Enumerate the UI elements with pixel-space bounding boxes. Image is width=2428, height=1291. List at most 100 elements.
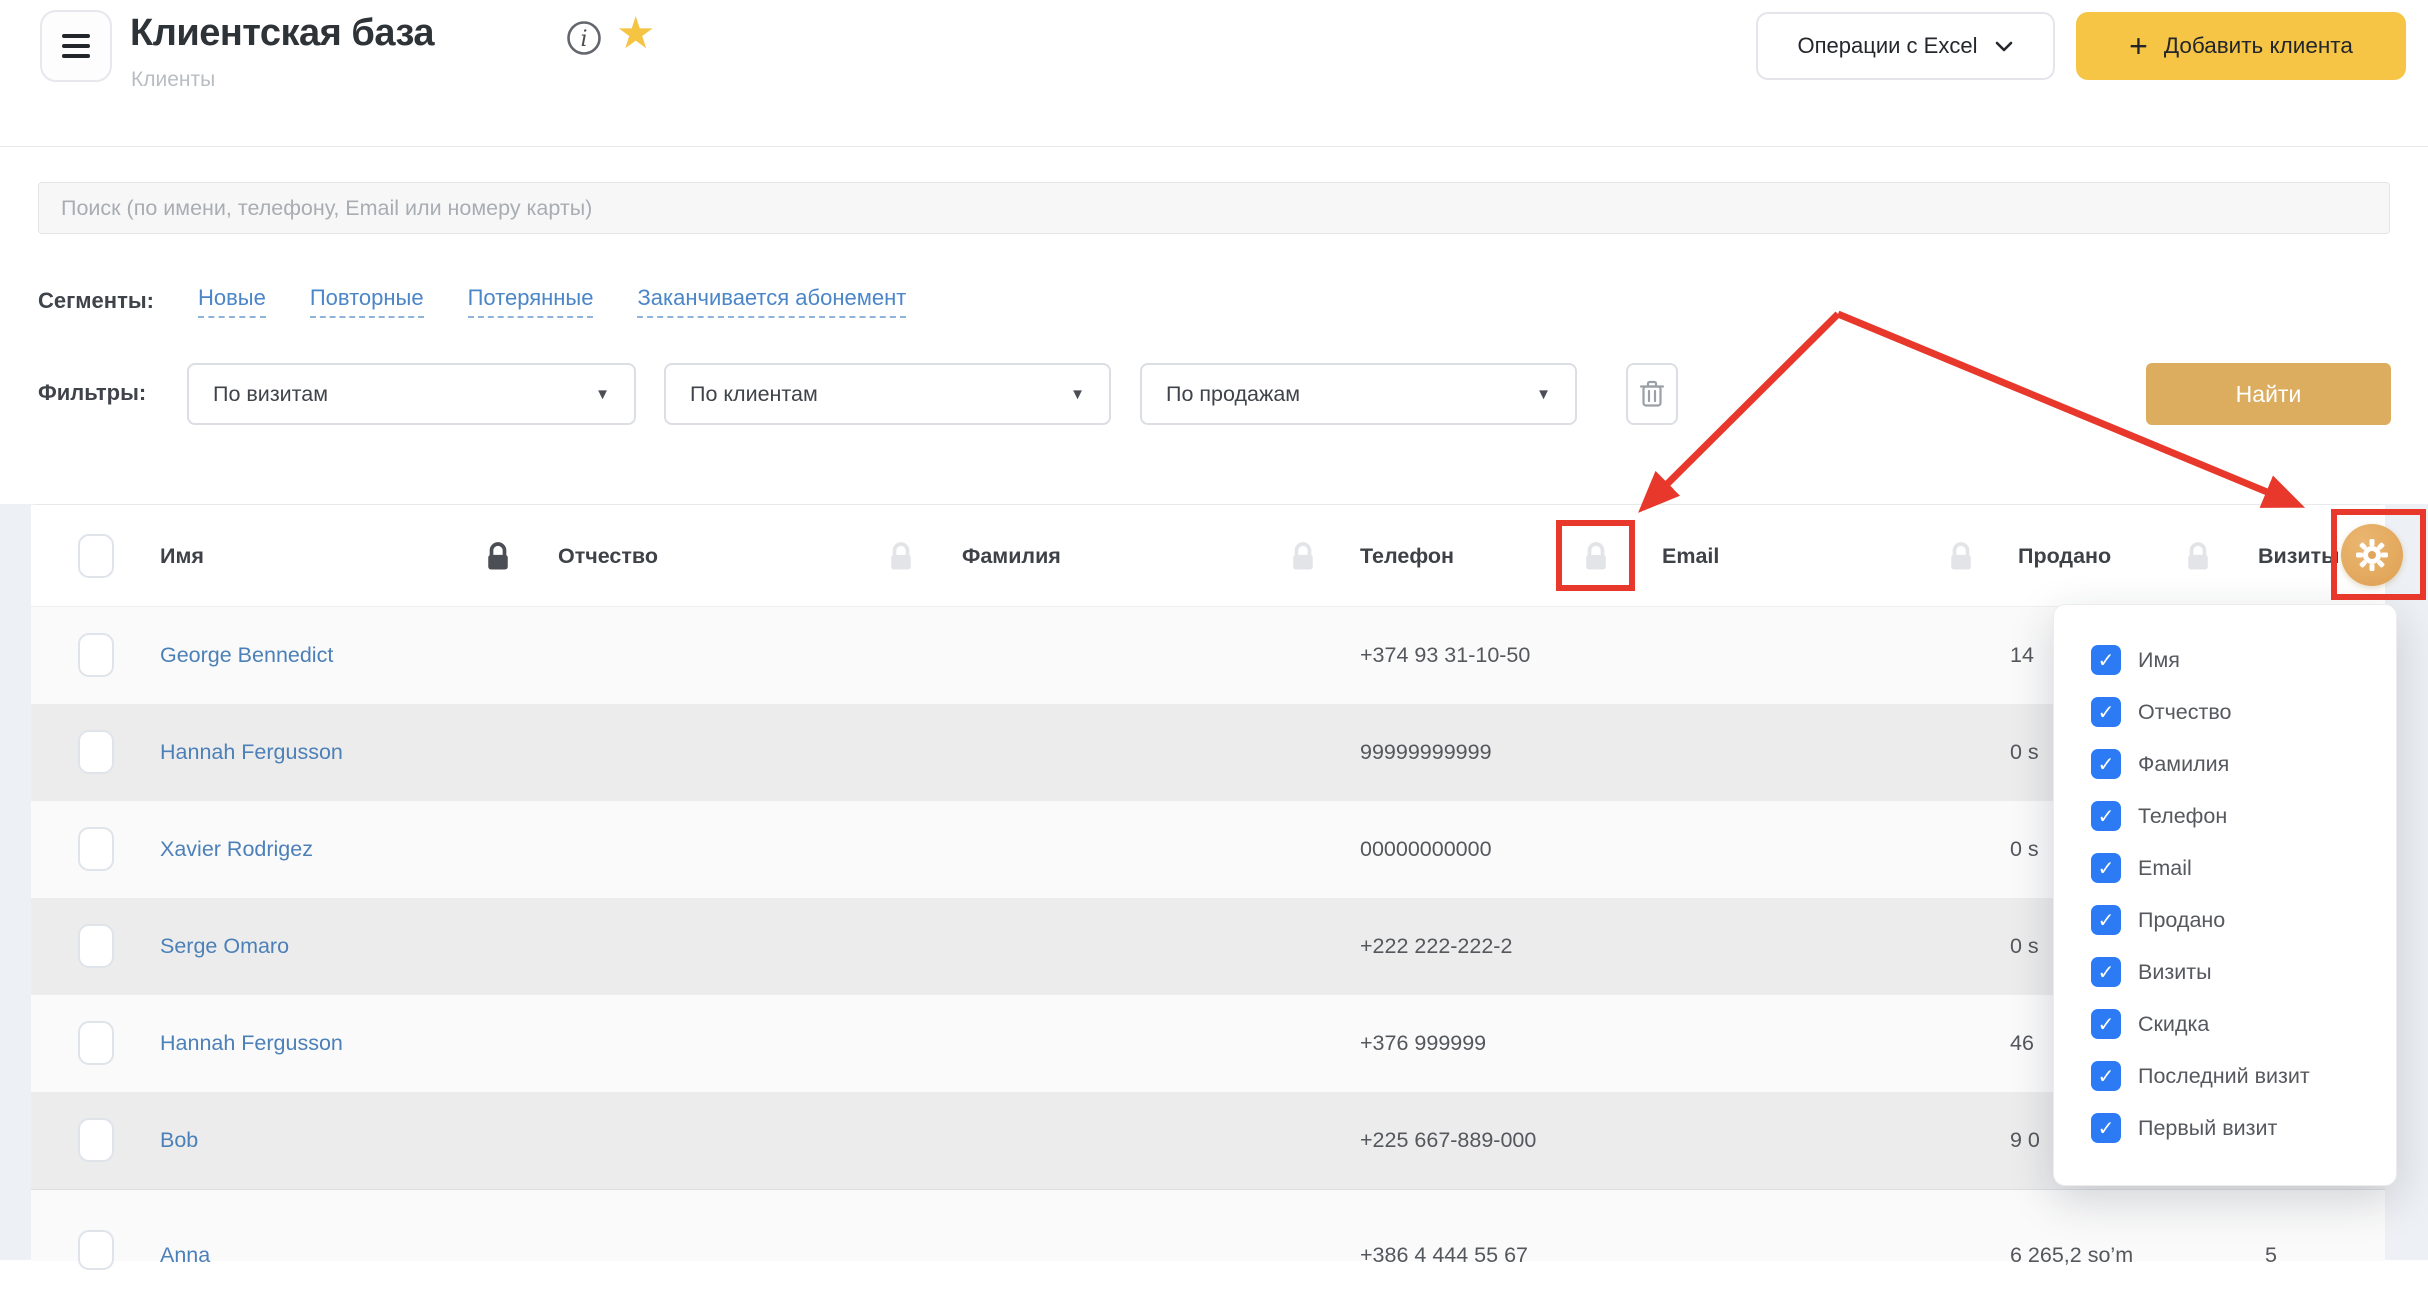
lock-icon[interactable]: [1290, 541, 1316, 573]
client-name-link[interactable]: Anna: [160, 1220, 210, 1291]
hamburger-icon: [62, 34, 90, 38]
gear-icon: [2354, 537, 2390, 573]
client-sold: 6 265,2 so’m: [2010, 1220, 2133, 1291]
segment-link-repeat[interactable]: Повторные: [310, 285, 424, 318]
column-header-name: Имя: [160, 505, 204, 607]
header-divider: [0, 146, 2428, 147]
column-toggle-label: Скидка: [2138, 1012, 2209, 1037]
table-zone: Имя Отчество Фамилия Телефон Email Прода…: [0, 504, 2428, 1260]
row-checkbox[interactable]: [78, 730, 114, 774]
checked-checkbox[interactable]: ✓: [2091, 1113, 2121, 1143]
column-toggle-item[interactable]: ✓ Телефон: [2054, 790, 2396, 842]
checked-checkbox[interactable]: ✓: [2091, 801, 2121, 831]
segments-label: Сегменты:: [38, 288, 154, 314]
excel-operations-button[interactable]: Операции с Excel: [1756, 12, 2055, 80]
client-name-link[interactable]: Xavier Rodrigez: [160, 801, 313, 898]
page-title: Клиентская база: [130, 12, 434, 55]
segments-bar: Сегменты: Новые Повторные Потерянные Зак…: [38, 281, 906, 321]
checked-checkbox[interactable]: ✓: [2091, 697, 2121, 727]
burger-menu-button[interactable]: [40, 10, 112, 82]
column-toggle-item[interactable]: ✓ Фамилия: [2054, 738, 2396, 790]
row-checkbox[interactable]: [78, 1021, 114, 1065]
column-toggle-label: Отчество: [2138, 700, 2231, 725]
table-body: George Bennedict+374 93 31-10-5014Hannah…: [31, 607, 2385, 1261]
table-row: Hannah Fergusson999999999990 s: [31, 704, 2385, 801]
segment-link-new[interactable]: Новые: [198, 285, 266, 318]
client-sold: 14: [2010, 607, 2034, 704]
client-name-link[interactable]: George Bennedict: [160, 607, 333, 704]
checked-checkbox[interactable]: ✓: [2091, 905, 2121, 935]
lock-icon[interactable]: [888, 541, 914, 573]
column-toggle-item[interactable]: ✓ Первый визит: [2054, 1102, 2396, 1154]
client-phone: 00000000000: [1360, 801, 1492, 898]
favorite-star-icon[interactable]: ★: [616, 8, 655, 60]
column-toggle-item[interactable]: ✓ Имя: [2054, 634, 2396, 686]
row-checkbox[interactable]: [78, 1118, 114, 1162]
table-header: Имя Отчество Фамилия Телефон Email Прода…: [31, 505, 2385, 607]
table-row: Bob+225 667-889-0009 0: [31, 1092, 2385, 1189]
column-toggle-item[interactable]: ✓ Последний визит: [2054, 1050, 2396, 1102]
trash-icon: [1639, 379, 1665, 409]
checked-checkbox[interactable]: ✓: [2091, 749, 2121, 779]
client-visits: 5: [2265, 1220, 2277, 1291]
filter-select-sales[interactable]: По продажам ▼: [1140, 363, 1577, 425]
table-row: Anna+386 4 444 55 676 265,2 so’m5: [31, 1189, 2385, 1261]
filter-select-clients[interactable]: По клиентам ▼: [664, 363, 1111, 425]
column-settings-panel: ✓ Имя ✓ Отчество ✓ Фамилия ✓ Телефон ✓ Email ✓Прод…: [2053, 604, 2397, 1186]
select-all-checkbox[interactable]: [78, 534, 114, 578]
client-name-link[interactable]: Serge Omaro: [160, 898, 289, 995]
client-name-link[interactable]: Bob: [160, 1092, 198, 1189]
lock-icon[interactable]: [2185, 541, 2211, 573]
column-toggle-item[interactable]: ✓ Отчество: [2054, 686, 2396, 738]
client-name-link[interactable]: Hannah Fergusson: [160, 704, 343, 801]
lock-icon[interactable]: [1948, 541, 1974, 573]
column-toggle-label: Телефон: [2138, 804, 2227, 829]
column-toggle-item[interactable]: ✓Продано: [2054, 894, 2396, 946]
checked-checkbox[interactable]: ✓: [2091, 957, 2121, 987]
row-checkbox[interactable]: [78, 924, 114, 968]
column-toggle-label: Email: [2138, 856, 2192, 881]
column-header-surname: Фамилия: [962, 505, 1061, 607]
lock-icon[interactable]: [485, 541, 511, 573]
segment-link-lost[interactable]: Потерянные: [468, 285, 594, 318]
search-input[interactable]: [38, 182, 2390, 234]
client-name-link[interactable]: Hannah Fergusson: [160, 995, 343, 1092]
dropdown-triangle-icon: ▼: [1536, 386, 1551, 403]
checked-checkbox[interactable]: ✓: [2091, 853, 2121, 883]
column-toggle-label: Визиты: [2138, 960, 2212, 985]
lock-icon-highlighted[interactable]: [1583, 541, 1609, 573]
checked-checkbox[interactable]: ✓: [2091, 1009, 2121, 1039]
info-icon[interactable]: i: [566, 20, 602, 56]
checked-checkbox[interactable]: ✓: [2091, 1061, 2121, 1091]
chevron-down-icon: [1995, 41, 2013, 52]
column-toggle-label: Имя: [2138, 648, 2180, 673]
find-button[interactable]: Найти: [2146, 363, 2391, 425]
plus-icon: +: [2129, 31, 2148, 61]
filters-label: Фильтры:: [38, 380, 146, 406]
column-toggle-item[interactable]: ✓ Визиты: [2054, 946, 2396, 998]
filter-select-visits[interactable]: По визитам ▼: [187, 363, 636, 425]
client-sold: 0 s: [2010, 704, 2039, 801]
column-settings-button[interactable]: [2341, 524, 2403, 586]
column-toggle-label: Первый визит: [2138, 1116, 2277, 1141]
clients-table: Имя Отчество Фамилия Телефон Email Прода…: [31, 504, 2385, 1260]
table-row: Serge Omaro+222 222-222-20 s: [31, 898, 2385, 995]
add-client-button[interactable]: + Добавить клиента: [2076, 12, 2406, 80]
client-sold: 9 0: [2010, 1092, 2040, 1189]
row-checkbox[interactable]: [78, 633, 114, 677]
row-checkbox[interactable]: [78, 1230, 114, 1270]
clear-filters-button[interactable]: [1626, 363, 1678, 425]
row-checkbox[interactable]: [78, 827, 114, 871]
checked-checkbox[interactable]: ✓: [2091, 645, 2121, 675]
table-row: Xavier Rodrigez 00000000000 0 s: [31, 801, 2385, 898]
segment-link-subscription-ending[interactable]: Заканчивается абонемент: [637, 285, 906, 318]
client-sold: 46: [2010, 995, 2034, 1092]
client-sold: 0 s: [2010, 801, 2039, 898]
client-sold: 0 s: [2010, 898, 2039, 995]
breadcrumb: Клиенты: [131, 68, 215, 92]
column-toggle-item[interactable]: ✓ Скидка: [2054, 998, 2396, 1050]
column-toggle-label: Фамилия: [2138, 752, 2229, 777]
table-row: Hannah Fergusson+376 99999946: [31, 995, 2385, 1092]
column-toggle-label: Последний визит: [2138, 1064, 2310, 1089]
column-toggle-item[interactable]: ✓ Email: [2054, 842, 2396, 894]
